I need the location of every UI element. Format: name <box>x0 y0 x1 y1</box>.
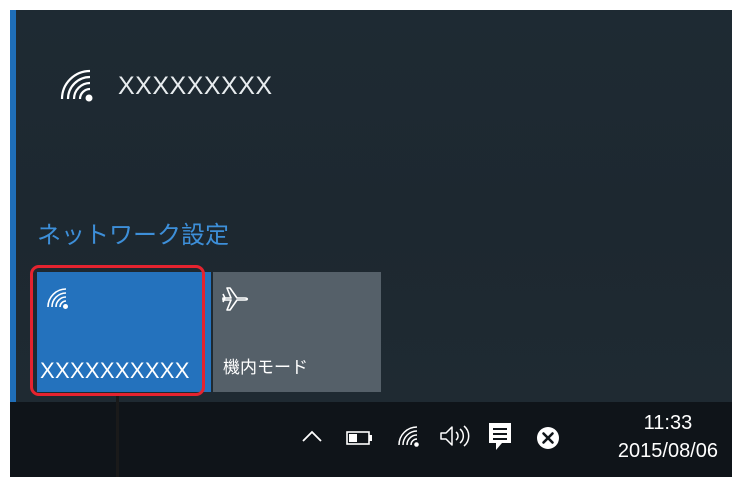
network-ssid: XXXXXXXXX <box>118 71 273 100</box>
airplane-mode-tile[interactable]: 機内モード <box>213 272 381 392</box>
network-list-item[interactable]: XXXXXXXXX <box>58 68 273 104</box>
accent-stripe <box>10 10 16 402</box>
network-flyout: XXXXXXXXX ネットワーク設定 XXXXXXXXXX 機内モード <box>10 10 732 402</box>
error-icon[interactable] <box>536 426 560 455</box>
action-center-icon[interactable] <box>488 422 512 457</box>
clock-date: 2015/08/06 <box>617 440 718 462</box>
wifi-quick-action-tile[interactable]: XXXXXXXXXX <box>37 272 211 392</box>
screenshot-stage: XXXXXXXXX ネットワーク設定 XXXXXXXXXX 機内モード 11:3… <box>0 0 739 477</box>
callout-line <box>116 396 119 477</box>
wifi-icon[interactable] <box>396 424 424 453</box>
clock-time: 11:33 <box>643 412 693 434</box>
chevron-up-icon[interactable] <box>301 428 323 449</box>
wifi-icon <box>58 69 104 103</box>
network-settings-link[interactable]: ネットワーク設定 <box>37 215 229 250</box>
battery-icon[interactable] <box>346 430 374 451</box>
wifi-icon <box>45 286 75 315</box>
taskbar-clock[interactable]: 11:33 2015/08/06 <box>618 409 718 465</box>
airplane-tile-label: 機内モード <box>223 358 308 378</box>
airplane-icon <box>221 284 251 317</box>
wifi-tile-label: XXXXXXXXXX <box>40 358 190 383</box>
speaker-icon[interactable] <box>438 424 474 453</box>
